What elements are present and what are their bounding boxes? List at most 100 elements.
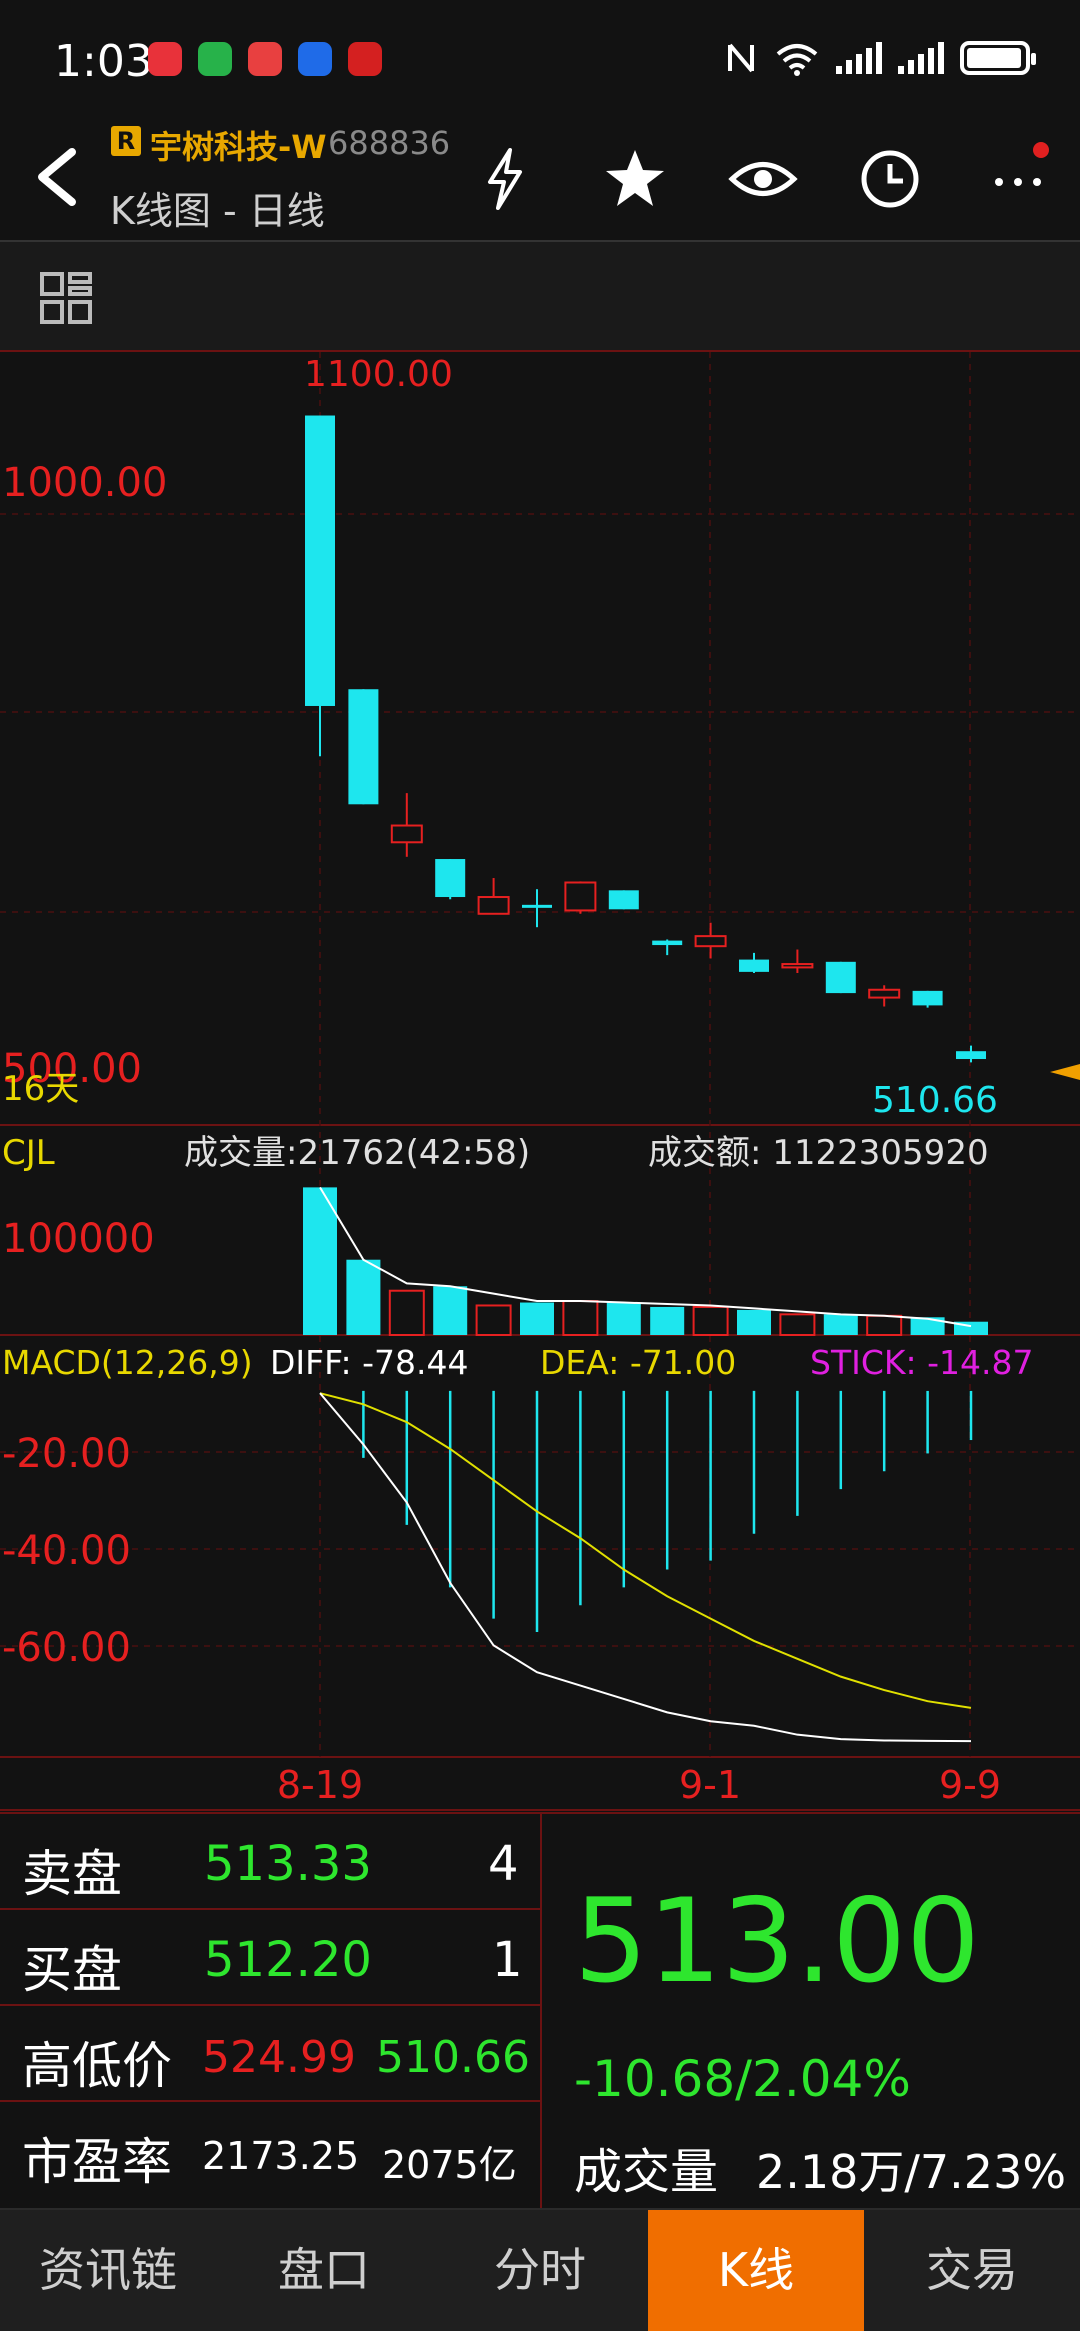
tab-trade[interactable]: 交易 — [864, 2210, 1080, 2331]
min-price-label: 510.66 — [872, 1080, 998, 1121]
kline-chart[interactable]: 1000.00 500.00 1100.00 510.66 16天 CJL 成交… — [0, 352, 1080, 1812]
back-icon[interactable] — [26, 142, 96, 212]
rating-badge: R — [111, 126, 141, 156]
candle-body — [912, 990, 943, 1006]
quote-panel: 卖盘 513.33 4 买盘 512.20 1 高低价 524.99 510.6… — [0, 1812, 1080, 2210]
app-header: R 宇树科技-W 688836 K线图 - 日线 — [0, 120, 1080, 240]
tab-kline[interactable]: K线 — [648, 2210, 864, 2331]
buy-row[interactable]: 买盘 512.20 1 — [0, 1910, 540, 2006]
volume-bar — [606, 1302, 641, 1335]
candle-body — [305, 415, 335, 706]
green-app-icon — [198, 42, 232, 76]
candle-body — [435, 859, 466, 898]
days-label: 16天 — [2, 1069, 79, 1109]
nfc-icon — [728, 43, 754, 73]
volume-bar — [303, 1187, 337, 1335]
x-label-9-1: 9-1 — [679, 1763, 741, 1807]
clock-icon[interactable] — [855, 144, 925, 214]
status-icons — [724, 40, 1036, 76]
tab-intraday[interactable]: 分时 — [432, 2210, 648, 2331]
macd-title: MACD(12,26,9) — [2, 1343, 253, 1382]
current-price-marker — [1050, 1064, 1080, 1080]
high-price: 524.99 — [202, 2032, 356, 2083]
macd-diff-text: DIFF: -78.44 — [270, 1343, 469, 1382]
volume-bar — [346, 1259, 381, 1335]
chart-toolbar — [0, 242, 1080, 352]
signal-2-icon — [898, 42, 944, 74]
pe-row: 市盈率 2173.25 2075亿 — [0, 2102, 540, 2198]
stock-name: 宇树科技-W — [150, 128, 327, 166]
signal-1-icon — [836, 42, 882, 74]
buy-price: 512.20 — [204, 1932, 372, 1988]
tab-news-chain[interactable]: 资讯链 — [0, 2210, 216, 2331]
current-price: 513.00 — [574, 1874, 980, 2009]
candle-body — [739, 959, 769, 972]
macd-diff-line — [319, 1392, 972, 1743]
stock-code: 688836 — [328, 124, 451, 162]
volume-bar — [433, 1286, 468, 1335]
huawei-app-icon — [148, 42, 182, 76]
low-price: 510.66 — [376, 2032, 530, 2083]
candle-body — [477, 896, 510, 915]
candle-body — [608, 890, 639, 910]
volume-label: 成交量 — [574, 2144, 719, 2200]
eye-icon[interactable] — [728, 144, 798, 214]
volume-title: CJL — [2, 1133, 55, 1173]
buy-qty: 1 — [492, 1932, 523, 1988]
max-price-label: 1100.00 — [304, 354, 453, 395]
y-label-1000: 1000.00 — [2, 460, 167, 506]
volume-bar — [823, 1314, 858, 1335]
volume-bar — [737, 1309, 771, 1335]
notification-dot — [1033, 142, 1049, 158]
volume-bar — [866, 1314, 903, 1336]
price-change: -10.68/2.04% — [574, 2050, 911, 2108]
macd-y-label-20: -20.00 — [2, 1431, 131, 1477]
macd-y-label-60: -60.00 — [2, 1625, 131, 1671]
bank-app-icon — [348, 42, 382, 76]
high-low-row: 高低价 524.99 510.66 — [0, 2006, 540, 2102]
macd-stick-text: STICK: -14.87 — [810, 1343, 1034, 1382]
volume-bar — [692, 1305, 729, 1337]
macd-dea-text: DEA: -71.00 — [540, 1343, 736, 1382]
volume-value: 2.18万/7.23% — [756, 2145, 1067, 2199]
candle-body — [390, 824, 423, 844]
sell-qty: 4 — [488, 1836, 519, 1892]
turnover-text: 成交额: 1122305920 — [648, 1133, 989, 1173]
grid-menu-icon[interactable] — [38, 270, 94, 326]
tab-order-book[interactable]: 盘口 — [216, 2210, 432, 2331]
red-app-icon — [248, 42, 282, 76]
candle-body — [564, 881, 597, 912]
quote-divider — [540, 1814, 542, 2210]
sell-price: 513.33 — [204, 1836, 372, 1892]
sell-row[interactable]: 卖盘 513.33 4 — [0, 1814, 540, 1910]
pe-value: 2173.25 — [202, 2134, 360, 2178]
candle-body — [868, 988, 901, 999]
volume-bar — [779, 1313, 816, 1336]
bottom-nav: 资讯链 盘口 分时 K线 交易 — [0, 2208, 1080, 2331]
lightning-icon[interactable] — [470, 144, 540, 214]
star-icon[interactable] — [600, 144, 670, 214]
x-label-8-19: 8-19 — [277, 1763, 363, 1807]
candle-body — [652, 940, 683, 946]
wifi-icon — [776, 44, 818, 76]
market-cap: 2075亿 — [382, 2143, 517, 2187]
x-label-9-9: 9-9 — [939, 1763, 1001, 1807]
buy-label: 买盘 — [22, 1941, 122, 1999]
volume-bar — [562, 1300, 599, 1336]
volume-bar — [388, 1289, 425, 1337]
volume-bar — [520, 1302, 554, 1335]
candle-body — [694, 935, 727, 948]
volume-text: 成交量:21762(42:58) — [184, 1133, 530, 1173]
volume-y-label: 100000 — [2, 1216, 155, 1262]
chart-subtitle[interactable]: K线图 - 日线 — [110, 180, 325, 235]
candle-body — [348, 689, 379, 805]
battery-icon — [960, 41, 1036, 75]
sell-label: 卖盘 — [22, 1845, 122, 1903]
volume-bar — [650, 1306, 685, 1335]
candle-body — [522, 904, 552, 908]
high-low-label: 高低价 — [22, 2037, 172, 2095]
candle-body — [825, 961, 856, 994]
macd-dea-line — [319, 1392, 972, 1709]
pe-label: 市盈率 — [22, 2133, 172, 2191]
macd-y-label-40: -40.00 — [2, 1528, 131, 1574]
